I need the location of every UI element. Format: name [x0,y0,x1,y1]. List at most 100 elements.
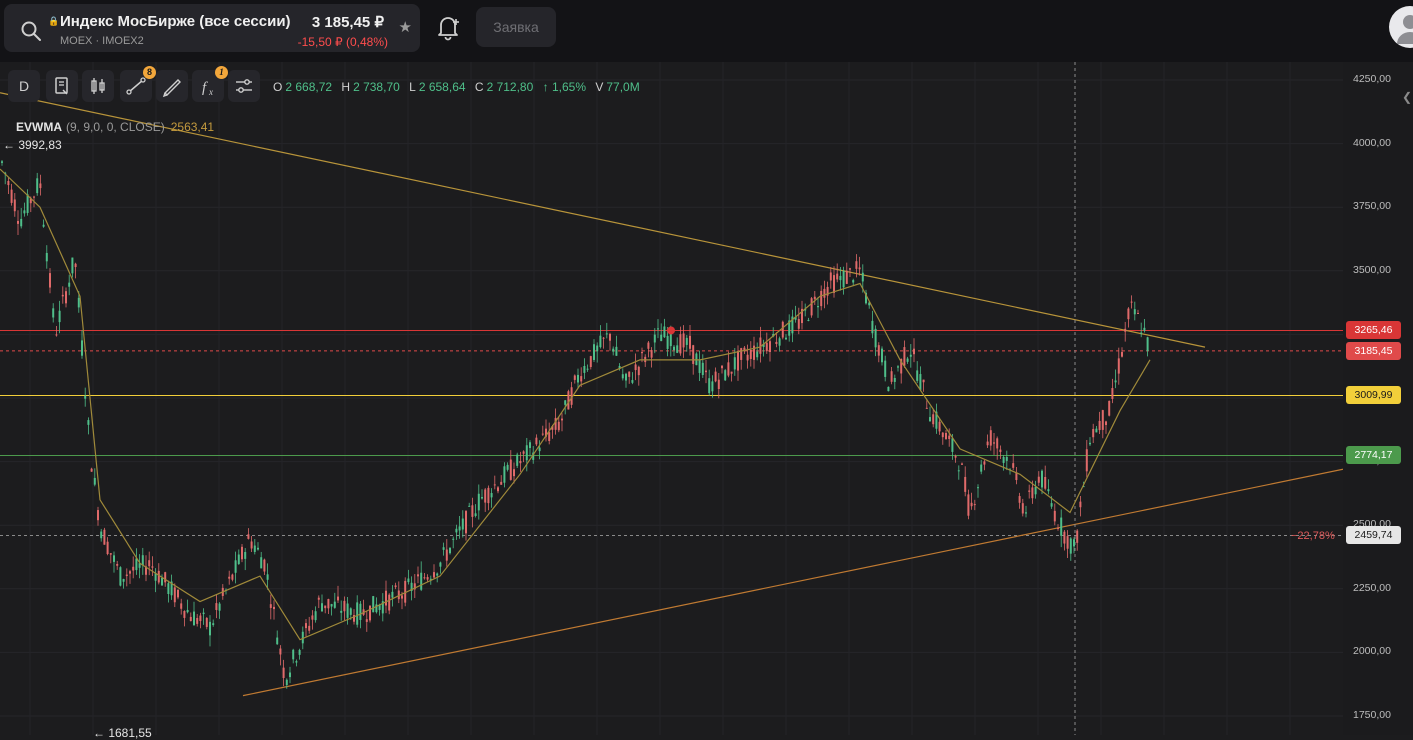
candle-body [916,370,919,381]
star-icon[interactable]: ★ [399,18,412,36]
candle-body [151,566,154,568]
alarm-icon[interactable] [426,6,470,50]
candle-body [260,557,263,569]
order-button[interactable]: Заявка [476,7,556,47]
candle-body [781,321,784,338]
ticker-change: -15,50 ₽ (0,48%) [297,35,388,49]
candle-body [721,365,723,369]
candle-body [337,596,339,601]
collapse-icon[interactable]: ❮ [1402,90,1412,104]
price-level-badge: 2774,17 [1346,446,1401,465]
candle-body [954,455,957,458]
candle-body [925,407,928,409]
candle-body [285,679,288,686]
indicator-legend[interactable]: EVWMA (9, 9,0, 0, CLOSE) 2563,41 [16,120,214,134]
candle-body [913,348,915,355]
candle-body [605,333,608,335]
drawings-icon[interactable]: 8 [120,66,156,102]
candle-body [250,541,253,549]
candle-body [157,570,160,583]
top-bar: 🔒 Индекс МосБирже (все сессии) MOEX · IM… [0,0,1413,62]
candle-body [1034,486,1037,495]
price-level-badge: 3265,46 [1346,321,1401,340]
candle-body [68,282,71,287]
indicators-badge: 1 [215,66,228,79]
price-axis-tick: 4000,00 [1353,136,1391,149]
candle-body [506,464,509,470]
candle-body [586,368,589,370]
candle-body [449,547,451,554]
candle-body [980,464,983,472]
candle-body [650,350,653,358]
candle-body [631,380,634,383]
interval-button[interactable]: D [8,70,40,102]
candle-body [394,585,397,588]
candle-body [1089,442,1091,445]
candle-body [513,469,515,477]
ohlc-legend: O2 668,72 H2 738,70 L2 658,64 C2 712,80 … [273,80,646,94]
candle-body [673,346,675,351]
candle-body [647,342,650,349]
candle-body [423,577,426,579]
candle-body [65,291,67,304]
candle-body [1143,327,1146,331]
candle-body [615,346,618,356]
candle-body [836,273,839,280]
candle-body [55,334,58,336]
candle-body [999,449,1002,452]
candle-body [593,344,595,360]
candle-body [541,433,544,435]
candle-body [468,505,471,507]
candle-body [324,605,327,609]
candle-body [442,547,445,550]
script-icon[interactable] [46,70,78,102]
candle-body [257,547,259,550]
candle-body [769,341,771,352]
candle-body [842,270,845,288]
candle-body [279,648,282,655]
candle-body [503,466,506,483]
price-axis-tick: 1750,00 [1353,709,1391,721]
candles-icon[interactable] [82,70,114,102]
candle-body [756,351,759,358]
candle-body [970,502,973,507]
search-icon[interactable] [20,20,42,42]
candle-body [746,354,749,361]
candle-body [356,602,359,625]
candle-body [186,609,189,613]
candle-body [269,604,272,608]
candle-body [346,603,349,618]
avatar[interactable] [1389,6,1413,48]
candle-body [717,379,720,390]
candle-body [596,345,599,352]
candle-body [177,589,179,598]
price-chart[interactable] [0,62,1343,735]
drawings-badge: 8 [143,66,156,79]
candle-body [490,493,493,498]
brush-icon[interactable] [156,70,188,102]
ticker-price: 3 185,45 ₽ [311,14,384,31]
candle-body [938,421,941,432]
price-level-badge: 3185,45 [1346,341,1401,360]
indicators-icon[interactable]: fx 1 [192,66,228,102]
candle-body [84,395,87,399]
candle-body [589,356,592,368]
candle-body [1137,312,1139,314]
candle-body [244,551,247,559]
candle-body [129,571,131,574]
candle-body [922,379,925,383]
candle-body [193,611,195,626]
candle-body [807,319,810,321]
candle-body [39,183,42,189]
candle-body [23,210,26,214]
evwma-line [0,168,1151,641]
candle-body [577,374,579,383]
candle-body [308,625,311,631]
candle-body [58,310,61,323]
ticker-selector[interactable]: 🔒 Индекс МосБирже (все сессии) MOEX · IM… [4,4,420,52]
candle-body [263,559,266,572]
candle-body [365,619,368,622]
candle-body [474,513,477,516]
ohlc-l-label: L [409,80,416,94]
settings-icon[interactable] [228,70,260,102]
